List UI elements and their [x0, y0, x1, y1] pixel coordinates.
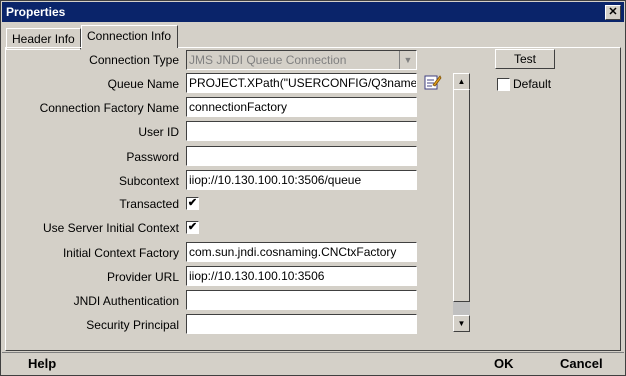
- queue-name-field[interactable]: PROJECT.XPath("USERCONFIG/Q3name"): [186, 73, 417, 93]
- provider-url-field[interactable]: iiop://10.130.100.10:3506: [186, 266, 417, 286]
- jndi-authentication-label: JNDI Authentication: [73, 294, 179, 308]
- tab-connection-info[interactable]: Connection Info: [81, 25, 178, 48]
- password-field[interactable]: [186, 146, 417, 166]
- help-button[interactable]: Help: [28, 356, 56, 371]
- title-bar[interactable]: Properties ✕: [2, 2, 624, 22]
- scrollbar-thumb[interactable]: [453, 89, 470, 302]
- window-title: Properties: [6, 5, 66, 19]
- queue-name-label: Queue Name: [107, 77, 179, 91]
- scroll-up-icon[interactable]: ▲: [453, 73, 470, 90]
- transacted-label: Transacted: [119, 197, 179, 211]
- subcontext-label: Subcontext: [118, 174, 179, 188]
- user-id-label: User ID: [138, 125, 179, 139]
- ok-button[interactable]: OK: [494, 356, 514, 371]
- use-server-initial-context-checkbox[interactable]: ✔: [186, 221, 199, 234]
- subcontext-field[interactable]: iiop://10.130.100.10:3506/queue: [186, 170, 417, 190]
- password-label: Password: [126, 150, 179, 164]
- default-label: Default: [513, 77, 552, 91]
- default-checkbox[interactable]: [497, 78, 510, 91]
- connection-factory-name-label: Connection Factory Name: [39, 101, 179, 115]
- security-principal-field[interactable]: [186, 314, 417, 334]
- dialog-button-bar: Help OK Cancel: [2, 352, 624, 375]
- close-icon[interactable]: ✕: [605, 5, 621, 20]
- vertical-scrollbar[interactable]: ▲ ▼: [453, 73, 470, 332]
- user-id-field[interactable]: [186, 121, 417, 141]
- jndi-authentication-field[interactable]: [186, 290, 417, 310]
- connection-type-select[interactable]: JMS JNDI Queue Connection ▼: [186, 50, 417, 70]
- chevron-down-icon[interactable]: ▼: [399, 51, 416, 69]
- security-principal-label: Security Principal: [86, 318, 179, 332]
- initial-context-factory-field[interactable]: com.sun.jndi.cosnaming.CNCtxFactory: [186, 242, 417, 262]
- edit-expression-icon[interactable]: [424, 73, 442, 91]
- test-button[interactable]: Test: [495, 49, 555, 69]
- connection-factory-name-field[interactable]: connectionFactory: [186, 97, 417, 117]
- provider-url-label: Provider URL: [106, 270, 179, 284]
- transacted-checkbox[interactable]: ✔: [186, 197, 199, 210]
- use-server-initial-context-label: Use Server Initial Context: [42, 221, 179, 235]
- initial-context-factory-label: Initial Context Factory: [62, 246, 179, 260]
- properties-dialog: Properties ✕ Header Info Connection Info…: [0, 0, 626, 376]
- connection-type-value: JMS JNDI Queue Connection: [189, 53, 347, 67]
- cancel-button[interactable]: Cancel: [560, 356, 603, 371]
- scroll-down-icon[interactable]: ▼: [453, 315, 470, 332]
- connection-type-label: Connection Type: [89, 53, 179, 67]
